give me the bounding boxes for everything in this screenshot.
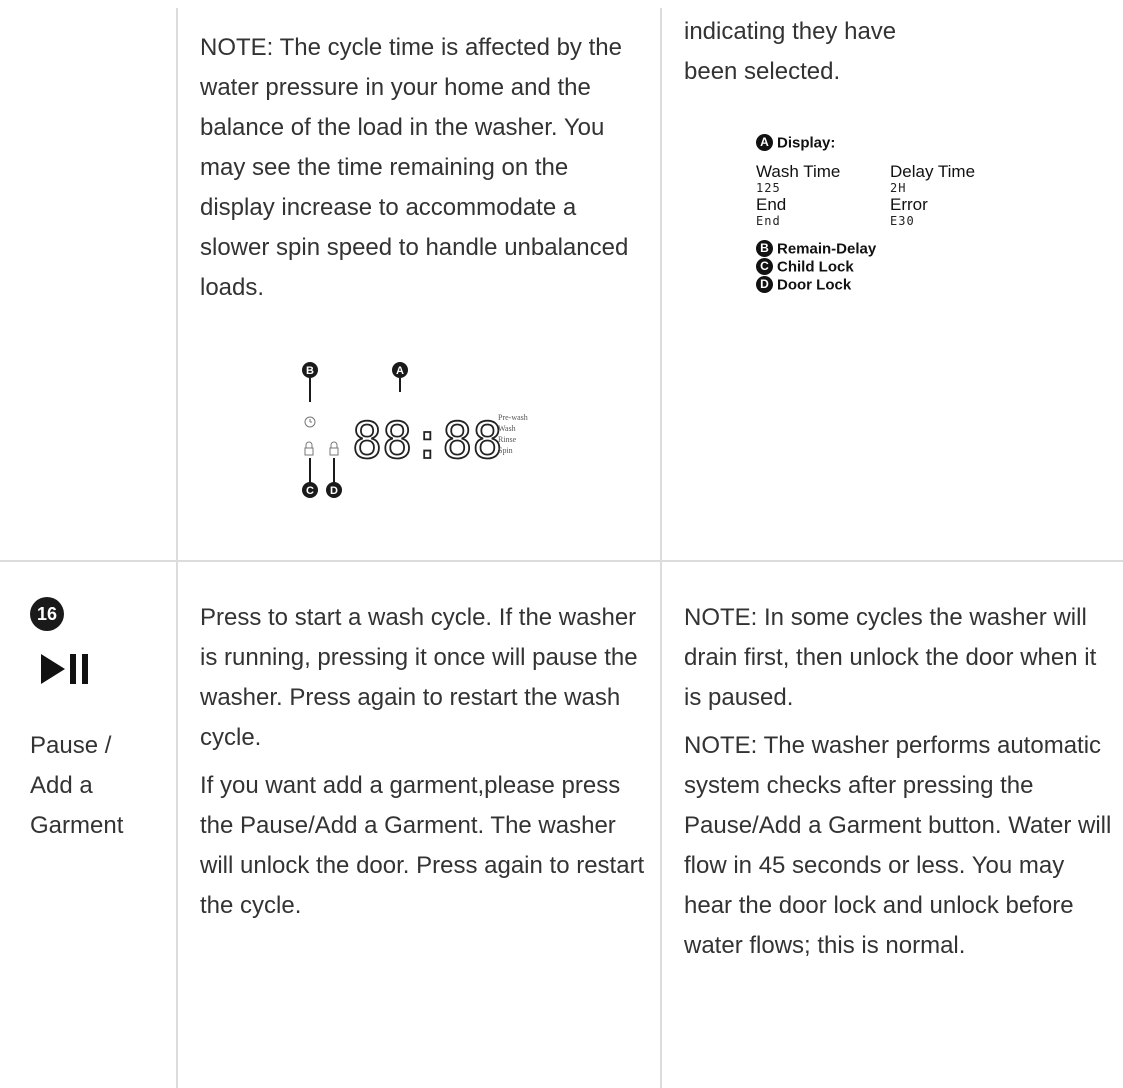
delay-time-label: Delay Time [890, 162, 976, 181]
button-name-line1: Pause / [30, 732, 112, 759]
svg-text:C: C [306, 485, 314, 497]
error-label: Error [890, 195, 928, 214]
button-name: Pause / Add a Garment [30, 726, 160, 846]
number-16-badge: 16 [30, 597, 64, 631]
svg-text:Rinse: Rinse [498, 435, 517, 444]
column-divider-1 [176, 8, 178, 1088]
svg-text:Pre-wash: Pre-wash [498, 413, 528, 422]
wash-time-label: Wash Time [756, 162, 841, 181]
door-lock-icon [329, 441, 339, 456]
svg-text:Spin: Spin [498, 446, 513, 455]
svg-text:Wash: Wash [498, 424, 516, 433]
display-panel-diagram: B A C D 88:88 Pre-wash Wash Rinse Spin [302, 362, 528, 498]
pause-note-2: NOTE: The washer performs automatic syst… [684, 732, 1112, 959]
row-divider [0, 560, 1123, 562]
pause-description-1: Press to start a wash cycle. If the wash… [200, 604, 638, 751]
play-pause-icon [41, 654, 88, 684]
legend-door-lock: Door Lock [777, 276, 852, 294]
svg-text:D: D [330, 485, 338, 497]
pause-notes: NOTE: In some cycles the washer will dra… [684, 598, 1114, 974]
end-label: End [756, 195, 787, 214]
selected-indicator-text: indicating they have been selected. [684, 18, 897, 85]
child-lock-icon [304, 441, 314, 456]
seven-segment-digits: 88:88 [352, 412, 503, 470]
cycle-time-note-text: NOTE: The cycle time is affected by the … [200, 34, 629, 301]
delay-time-value: 2H [890, 181, 907, 195]
error-value: E30 [890, 214, 915, 228]
badge-b: B [756, 240, 773, 258]
legend-remain-delay: Remain-Delay [777, 240, 877, 258]
marker-a: A [392, 362, 408, 392]
legend-display-label: Display: [777, 134, 836, 152]
marker-d: D [326, 482, 342, 498]
pause-description: Press to start a wash cycle. If the wash… [200, 598, 645, 934]
badge-c: C [756, 258, 773, 276]
button-name-line2: Add a [30, 772, 93, 799]
wash-time-value: 125 [756, 181, 781, 195]
legend-child-lock: Child Lock [777, 258, 854, 276]
display-legend: A Display: Wash Time 125 Delay Time 2H En… [756, 134, 1024, 294]
column-divider-2 [660, 8, 662, 1088]
marker-b: B [302, 362, 318, 402]
svg-text:A: A [396, 365, 404, 377]
marker-c: C [302, 482, 318, 498]
badge-d: D [756, 276, 773, 294]
end-value: End [756, 214, 781, 228]
clock-icon [304, 416, 316, 428]
pause-note-1: NOTE: In some cycles the washer will dra… [684, 604, 1097, 711]
svg-text:B: B [306, 365, 314, 377]
pause-description-2: If you want add a garment,please press t… [200, 772, 645, 919]
cycle-time-note: NOTE: The cycle time is affected by the … [200, 28, 645, 316]
button-name-line3: Garment [30, 812, 124, 839]
badge-a: A [756, 134, 773, 152]
